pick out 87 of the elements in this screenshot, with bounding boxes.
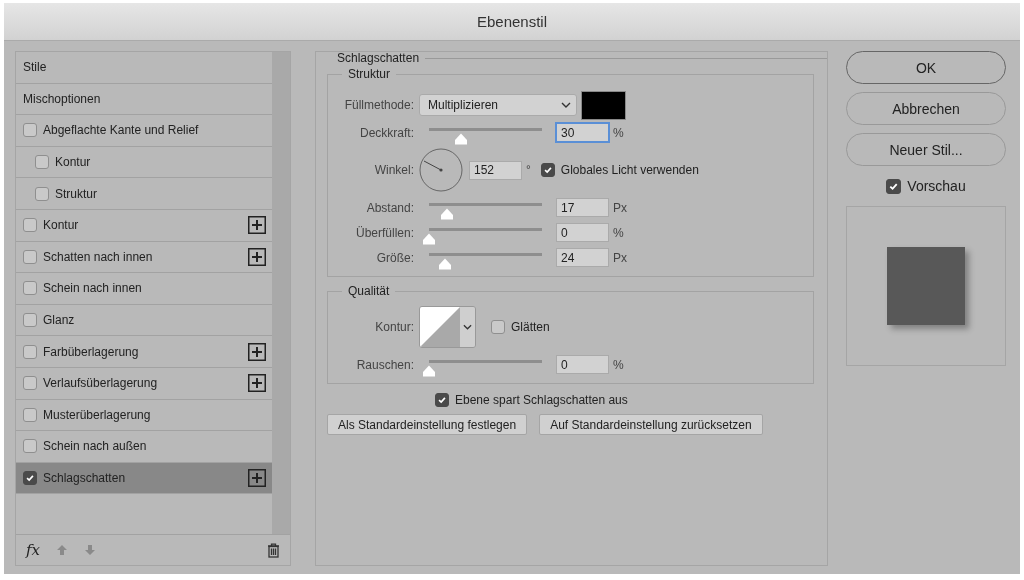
style-item[interactable]: Schein nach innen	[16, 273, 272, 305]
contour-curve-icon	[420, 307, 460, 347]
input-field[interactable]: 24	[556, 248, 609, 267]
trash-icon[interactable]	[267, 542, 280, 558]
unit-label: °	[526, 163, 531, 177]
section-title: Schlagschatten	[337, 51, 420, 65]
style-item[interactable]: Schatten nach innen	[16, 241, 272, 274]
input-field[interactable]: 0	[556, 223, 609, 242]
field-label: Deckkraft:	[359, 125, 414, 140]
unit-label: %	[613, 125, 624, 140]
checkbox[interactable]	[491, 320, 505, 334]
style-item[interactable]: Schlagschatten	[16, 462, 272, 495]
input-field[interactable]: 0	[556, 355, 609, 374]
angle-dial[interactable]	[419, 148, 463, 192]
contour-picker[interactable]	[419, 306, 476, 348]
checkmark-icon	[25, 473, 35, 483]
slider-thumb[interactable]	[440, 208, 455, 220]
slider-thumb[interactable]	[453, 133, 468, 145]
checkbox-label: Globales Licht verwenden	[560, 163, 699, 177]
style-item[interactable]: Musterüberlagerung	[16, 399, 272, 432]
add-icon[interactable]	[248, 374, 266, 393]
chevron-icon	[561, 102, 571, 108]
add-icon[interactable]	[248, 469, 266, 487]
checkbox-label: Glätten	[511, 320, 550, 334]
default-button[interactable]: Auf Standardeinstellung zurücksetzen	[539, 414, 763, 435]
default-button[interactable]: Als Standardeinstellung festlegen	[327, 414, 528, 435]
style-item[interactable]: Kontur	[16, 209, 272, 242]
dialog-button[interactable]: OK	[846, 51, 1006, 84]
slider-thumb[interactable]	[422, 233, 436, 245]
dialog-button[interactable]: Neuer Stil...	[846, 133, 1006, 166]
checkbox[interactable]	[435, 393, 449, 407]
unit-label: %	[613, 357, 624, 372]
checkbox[interactable]	[23, 439, 37, 454]
window-title: Ebenenstil	[476, 13, 548, 30]
add-icon[interactable]	[248, 342, 266, 361]
input-field[interactable]: 152	[469, 160, 522, 180]
field-label: Abstand:	[365, 200, 414, 215]
checkbox[interactable]	[23, 313, 37, 328]
checkbox[interactable]	[23, 407, 37, 422]
checkbox[interactable]	[23, 471, 37, 485]
unit-label: %	[613, 225, 624, 240]
field-label: Rauschen:	[355, 357, 414, 372]
group-title: Qualität	[342, 284, 396, 298]
checkbox-label: Ebene spart Schlagschatten aus	[455, 393, 628, 407]
slider-thumb[interactable]	[422, 365, 436, 377]
blend-mode-dropdown[interactable]: Multiplizieren	[419, 94, 577, 116]
style-item[interactable]: Kontur	[16, 146, 272, 179]
input-field[interactable]: 17	[556, 198, 609, 217]
style-item[interactable]: Stile	[16, 52, 272, 84]
field-label: Winkel:	[373, 163, 414, 177]
chevron-icon	[463, 324, 472, 330]
move-up-icon[interactable]	[56, 544, 68, 556]
checkmark-icon	[542, 165, 553, 175]
style-item[interactable]: Glanz	[16, 304, 272, 337]
color-swatch[interactable]	[581, 90, 626, 120]
unit-label: Px	[613, 250, 627, 265]
checkmark-icon	[437, 395, 447, 405]
style-item[interactable]: Mischoptionen	[16, 83, 272, 116]
style-item[interactable]: Struktur	[16, 178, 272, 210]
checkbox[interactable]	[23, 249, 37, 264]
checkbox[interactable]	[23, 218, 37, 233]
input-field[interactable]: 30	[556, 123, 609, 142]
add-icon[interactable]	[248, 247, 266, 266]
checkbox[interactable]	[23, 376, 37, 391]
checkbox[interactable]	[23, 344, 37, 359]
checkbox[interactable]	[35, 155, 49, 170]
move-down-icon[interactable]	[84, 544, 96, 556]
field-label: Überfüllen:	[354, 225, 414, 240]
style-item[interactable]: Verlaufsüberlagerung	[16, 367, 272, 400]
field-label: Größe:	[375, 250, 414, 265]
group-title: Struktur	[342, 67, 396, 81]
checkbox[interactable]	[35, 186, 49, 201]
effects-button[interactable]: fx	[26, 541, 40, 559]
checkbox-label: Vorschau	[907, 178, 966, 194]
unit-label: Px	[613, 200, 627, 215]
slider-thumb[interactable]	[437, 258, 452, 270]
field-label: Füllmethode:	[343, 98, 414, 112]
dialog-button[interactable]: Abbrechen	[846, 92, 1006, 125]
checkbox[interactable]	[886, 178, 902, 194]
checkbox[interactable]	[23, 281, 37, 296]
field-label: Kontur:	[374, 320, 414, 334]
style-item[interactable]: Schein nach außen	[16, 431, 272, 463]
add-icon[interactable]	[248, 216, 266, 235]
checkbox[interactable]	[540, 163, 555, 177]
style-item[interactable]: Abgeflachte Kante und Relief	[16, 115, 272, 147]
checkbox[interactable]	[23, 123, 37, 138]
style-item[interactable]: Farbüberlagerung	[16, 336, 272, 368]
